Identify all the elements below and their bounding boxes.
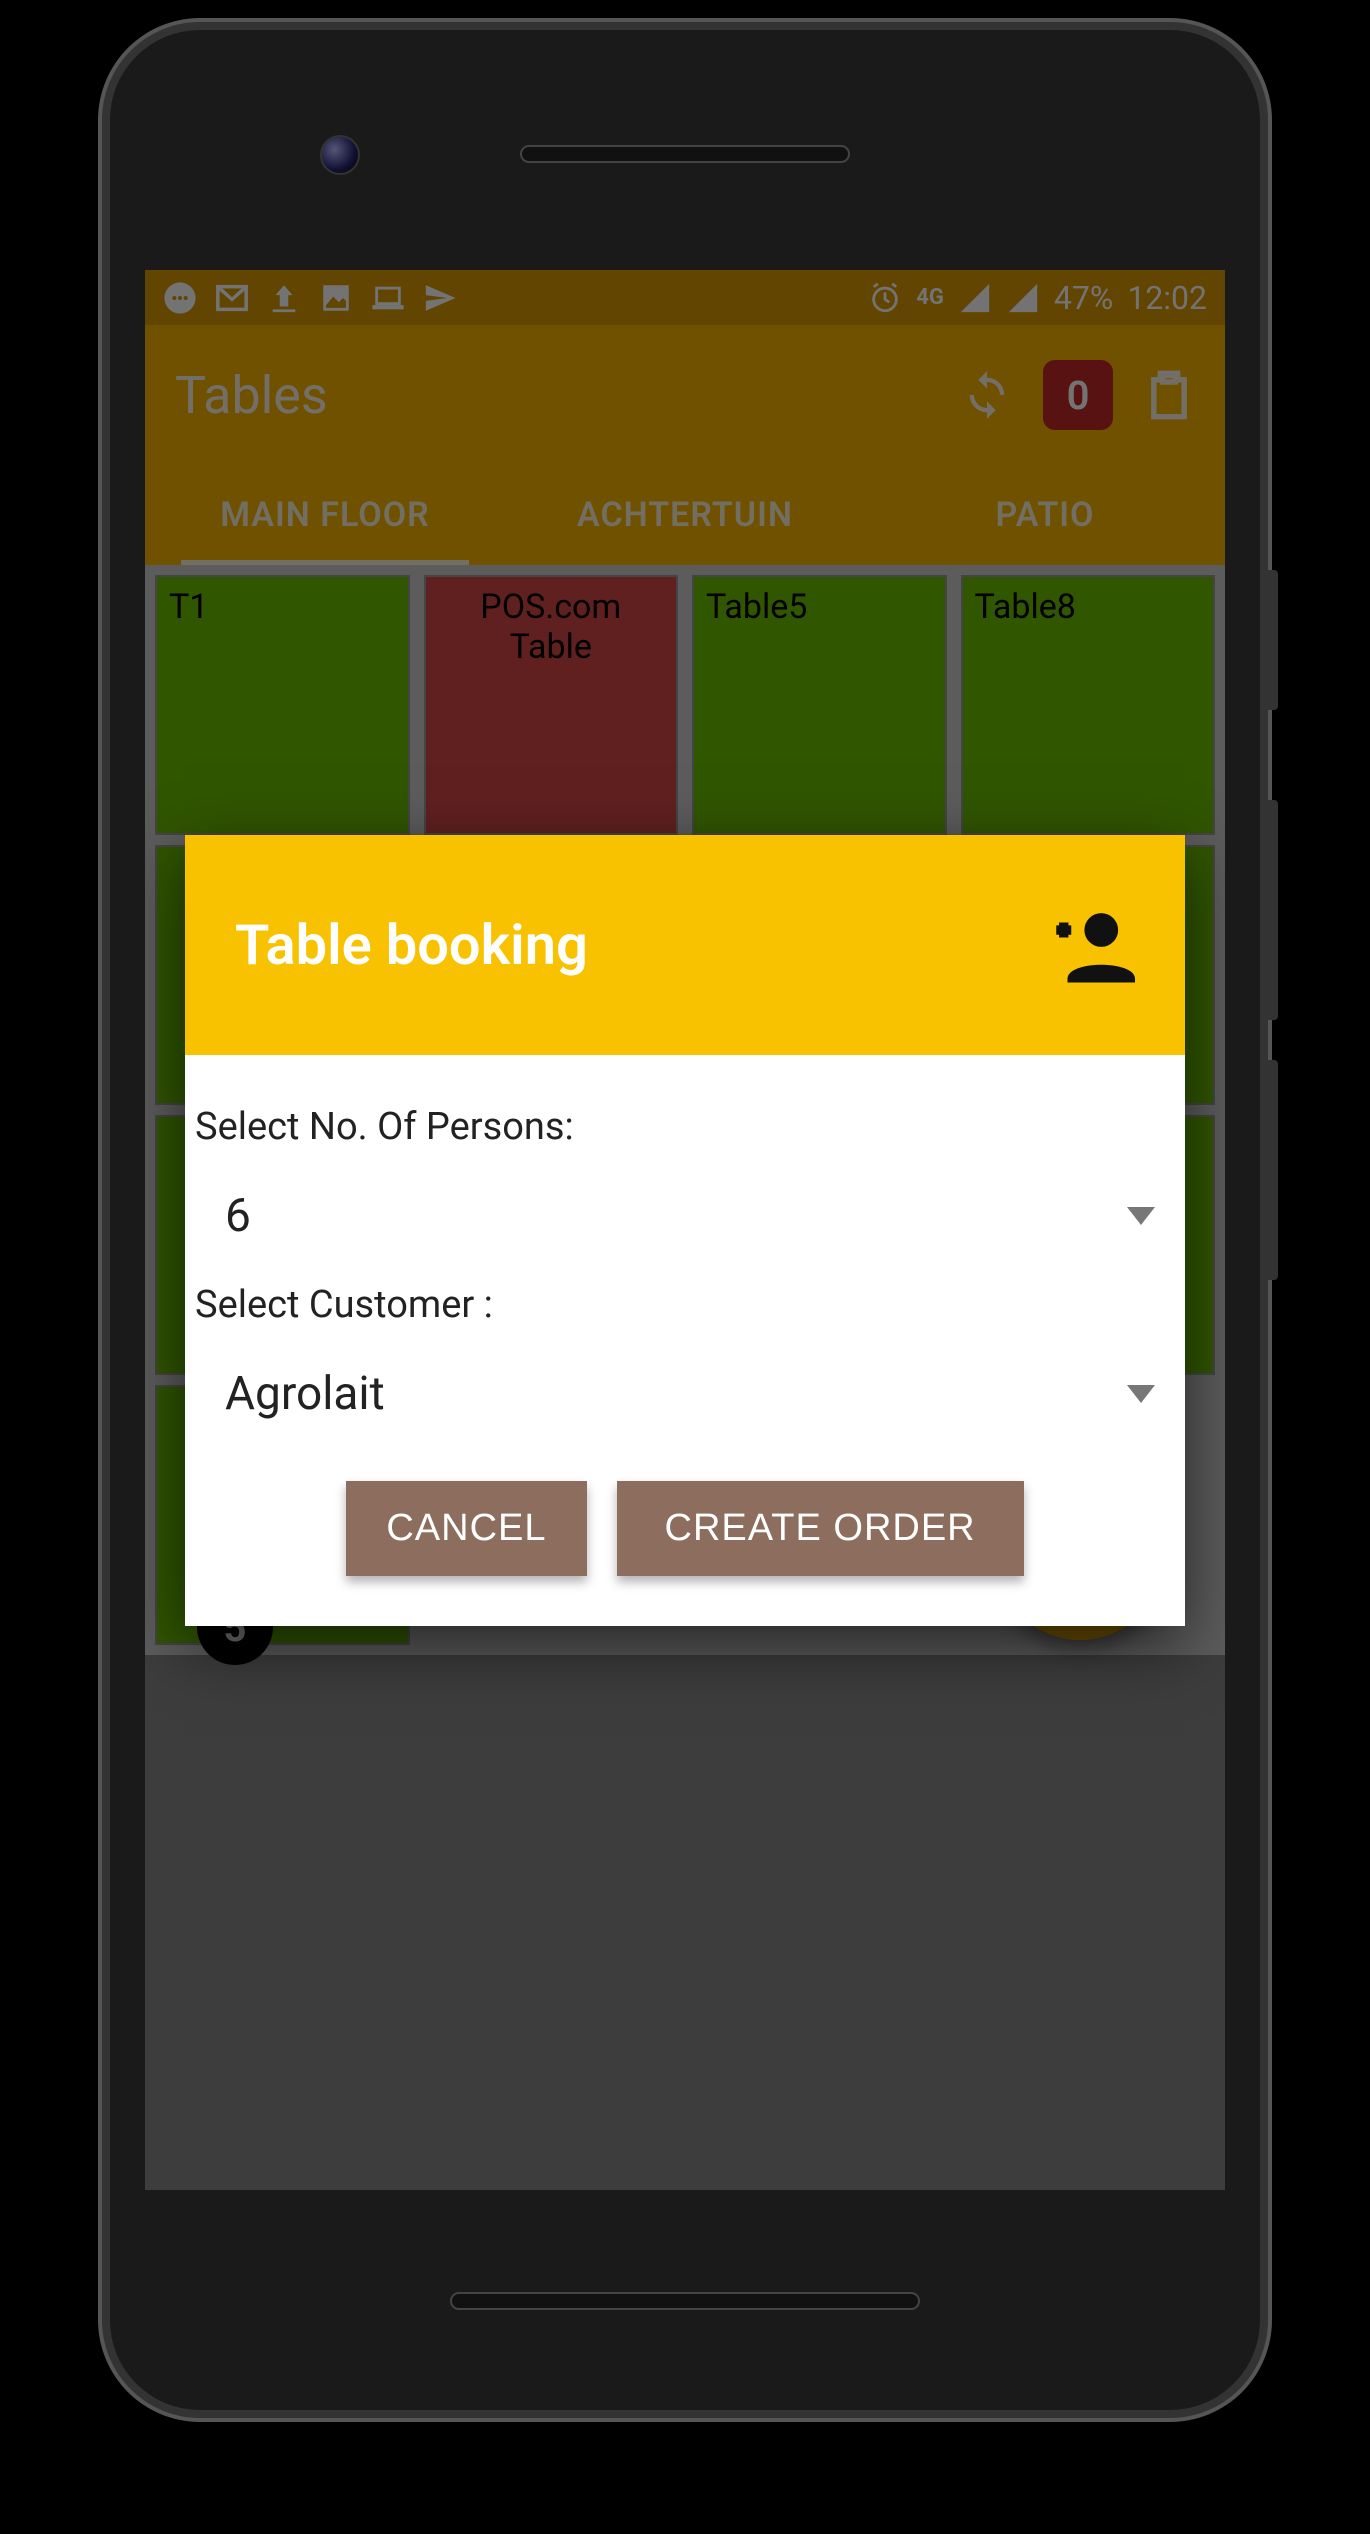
- dialog-header: Table booking: [185, 835, 1185, 1055]
- phone-speaker: [520, 145, 850, 163]
- customer-dropdown[interactable]: Agrolait: [185, 1347, 1185, 1451]
- phone-power-button: [1264, 570, 1278, 710]
- create-order-button[interactable]: CREATE ORDER: [617, 1481, 1024, 1576]
- cancel-button[interactable]: CANCEL: [346, 1481, 586, 1576]
- persons-value: 6: [225, 1189, 251, 1243]
- chevron-down-icon: [1127, 1207, 1155, 1225]
- screen: 4G 47% 12:02 Tables 0 MAIN FLOOR ACHTERT…: [145, 270, 1225, 2190]
- table-booking-dialog: Table booking Select No. Of Persons: 6 S…: [185, 835, 1185, 1626]
- add-person-icon[interactable]: [1045, 900, 1135, 990]
- persons-label: Select No. Of Persons:: [185, 1095, 1185, 1169]
- phone-vol-down: [1264, 1060, 1278, 1280]
- dialog-title: Table booking: [235, 912, 588, 978]
- customer-label: Select Customer :: [185, 1273, 1185, 1347]
- phone-camera: [320, 135, 360, 175]
- persons-dropdown[interactable]: 6: [185, 1169, 1185, 1273]
- chevron-down-icon: [1127, 1385, 1155, 1403]
- dialog-actions: CANCEL CREATE ORDER: [185, 1451, 1185, 1576]
- customer-value: Agrolait: [225, 1367, 385, 1421]
- phone-bottom-speaker: [450, 2292, 920, 2310]
- dialog-body: Select No. Of Persons: 6 Select Customer…: [185, 1055, 1185, 1626]
- phone-vol-up: [1264, 800, 1278, 1020]
